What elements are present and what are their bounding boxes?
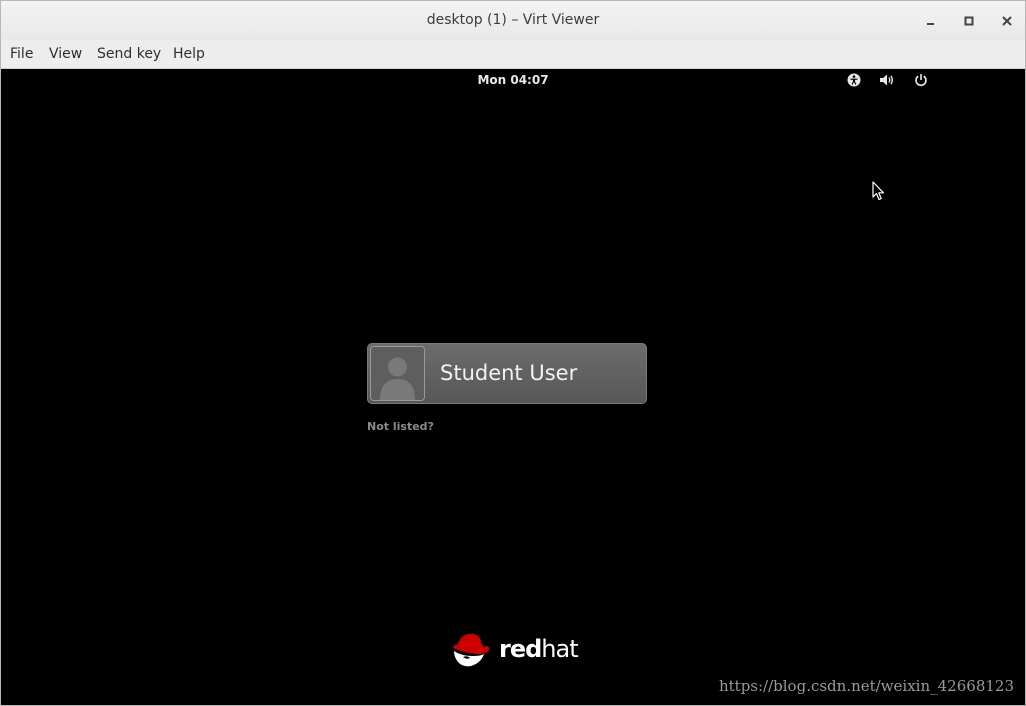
redhat-wordmark: redhat	[499, 635, 579, 663]
accessibility-icon	[847, 73, 861, 87]
close-button[interactable]	[997, 11, 1017, 31]
title-bar[interactable]: desktop (1) – Virt Viewer	[1, 1, 1025, 40]
menu-view[interactable]: View	[49, 46, 82, 62]
minimize-button[interactable]	[921, 11, 941, 31]
maximize-button[interactable]	[959, 11, 979, 31]
watermark-text: https://blog.csdn.net/weixin_42668123	[718, 677, 1014, 695]
clock-label[interactable]: Mon 04:07	[1, 73, 1025, 87]
volume-button[interactable]	[878, 71, 896, 89]
redhat-wordmark-regular: hat	[541, 635, 578, 663]
accessibility-button[interactable]	[845, 71, 863, 89]
guest-display[interactable]: Mon 04:07 Student User Not listed? redha…	[1, 69, 1025, 705]
menu-send-key[interactable]: Send key	[97, 46, 161, 62]
redhat-shadowman-icon	[453, 633, 490, 667]
minimize-icon	[927, 23, 934, 25]
power-icon	[915, 74, 927, 87]
not-listed-link[interactable]: Not listed?	[367, 420, 434, 433]
power-button[interactable]	[912, 71, 930, 89]
user-name-label: Student User	[440, 361, 578, 385]
mouse-pointer-icon	[872, 181, 885, 201]
window-title: desktop (1) – Virt Viewer	[426, 12, 600, 28]
close-icon	[1002, 16, 1012, 26]
redhat-wordmark-bold: red	[499, 635, 542, 663]
avatar	[370, 346, 425, 401]
person-icon	[371, 347, 424, 400]
menu-bar: File View Send key Help	[1, 40, 1025, 69]
maximize-icon	[964, 16, 974, 26]
menu-help[interactable]: Help	[173, 46, 205, 62]
volume-icon	[880, 74, 893, 86]
redhat-logo: redhat	[451, 629, 579, 669]
user-list-item[interactable]: Student User	[367, 343, 647, 404]
menu-file[interactable]: File	[10, 46, 33, 62]
virt-viewer-window: desktop (1) – Virt Viewer File View Send…	[0, 0, 1026, 706]
